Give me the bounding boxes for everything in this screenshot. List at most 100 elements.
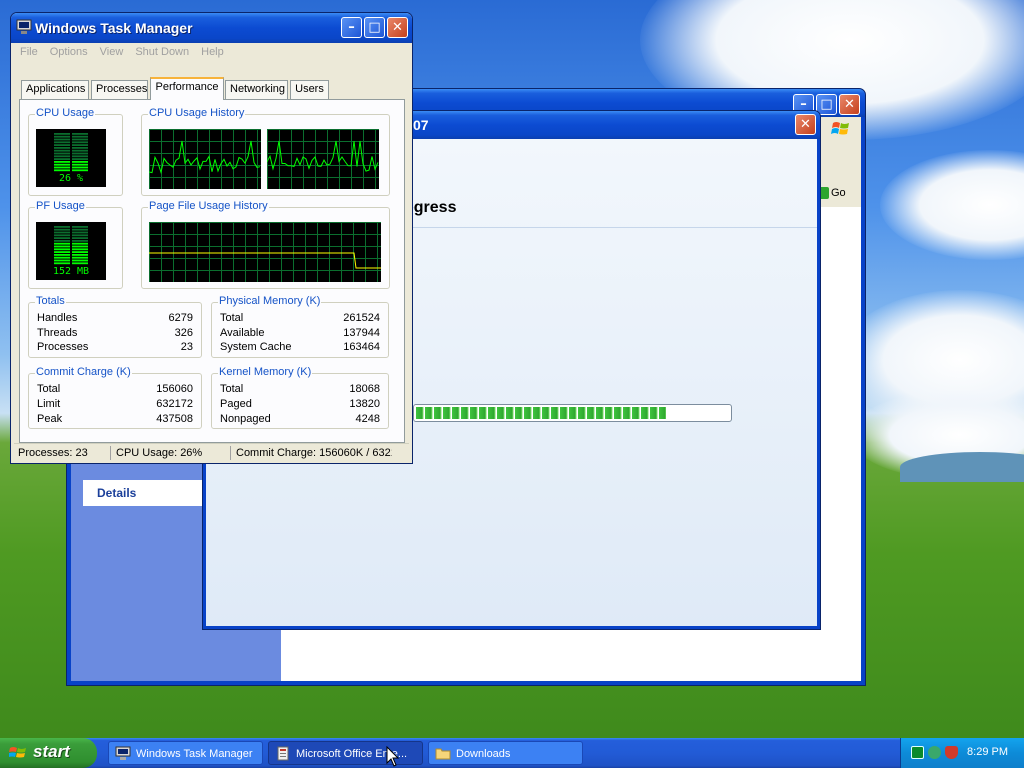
cpu-meter-segment xyxy=(54,163,70,166)
row-label: Paged xyxy=(220,398,252,410)
cpu-meter-segment xyxy=(72,149,88,152)
cpu-meter-segment xyxy=(54,147,70,149)
status-separator xyxy=(230,446,231,460)
cpu-meter-segment xyxy=(54,169,70,172)
row-value: 163464 xyxy=(343,341,380,353)
taskbar-item-label: Windows Task Manager xyxy=(136,748,253,760)
network-icon[interactable] xyxy=(928,746,941,759)
cpu-history-graph-core-2 xyxy=(267,129,379,189)
cpu-usage-meter: 26 % xyxy=(36,129,106,187)
row-label: Total xyxy=(37,383,61,395)
pf-meter-segment xyxy=(72,237,88,239)
physical-memory-row-total: Total 261524 xyxy=(220,312,380,327)
commit-row-limit: Limit 632172 xyxy=(37,398,193,413)
pf-meter-segment xyxy=(54,240,70,242)
security-shield-icon[interactable] xyxy=(945,746,958,759)
clock[interactable]: 8:29 PM xyxy=(967,746,1008,758)
cpu-meter-segment xyxy=(72,155,88,158)
row-label: Nonpaged xyxy=(220,413,271,425)
close-button[interactable]: ✕ xyxy=(387,17,408,38)
menu-file[interactable]: File xyxy=(20,43,38,61)
pf-meter-segment xyxy=(72,245,88,248)
cpu-meter-segment xyxy=(72,158,88,160)
pf-meter-segment xyxy=(54,228,70,231)
cpu-meter-segment xyxy=(72,161,88,163)
taskbar-item-task-manager[interactable]: Windows Task Manager xyxy=(108,741,263,765)
row-label: Peak xyxy=(37,413,63,425)
task-manager-tray-icon[interactable] xyxy=(911,746,924,759)
row-label: Available xyxy=(220,327,265,339)
go-button[interactable]: Go xyxy=(817,184,857,202)
tab-networking[interactable]: Networking xyxy=(225,80,288,99)
pf-meter-segment xyxy=(54,262,70,265)
close-button[interactable]: ✕ xyxy=(839,94,860,115)
desktop-icon-edge[interactable] xyxy=(0,120,8,132)
totals-row-processes: Processes 23 xyxy=(37,341,193,356)
row-value: 13820 xyxy=(349,398,380,410)
menu-options[interactable]: Options xyxy=(50,43,88,61)
pf-meter-segment xyxy=(54,234,70,237)
windows-logo-icon xyxy=(831,122,849,135)
pf-meter-segment xyxy=(54,226,70,228)
row-label: Processes xyxy=(37,341,89,353)
pf-meter-segment xyxy=(54,237,70,239)
cpu-meter-segment xyxy=(54,135,70,138)
pf-meter-segment xyxy=(54,231,70,234)
tab-applications[interactable]: Applications xyxy=(21,80,89,99)
cpu-meter-segment xyxy=(54,138,70,141)
taskbar-item-downloads[interactable]: Downloads xyxy=(428,741,583,765)
details-tab[interactable]: Details xyxy=(83,480,203,506)
pf-meter-segment xyxy=(54,248,70,251)
minimize-button[interactable]: – xyxy=(341,17,362,38)
cpu-usage-group: CPU Usage 26 % xyxy=(28,107,123,196)
group-label: Kernel Memory (K) xyxy=(218,366,313,378)
pf-meter-segment xyxy=(54,256,70,259)
cpu-meter-segment xyxy=(54,166,70,169)
tab-performance[interactable]: Performance xyxy=(150,77,224,100)
group-label: Commit Charge (K) xyxy=(35,366,132,378)
status-bar: Processes: 23 CPU Usage: 26% Commit Char… xyxy=(14,443,409,461)
tab-users[interactable]: Users xyxy=(290,80,329,99)
close-button[interactable]: ✕ xyxy=(795,114,816,135)
cpu-meter-segment xyxy=(72,169,88,172)
cpu-history-line xyxy=(267,140,379,172)
divider xyxy=(404,227,817,228)
menu-shut-down[interactable]: Shut Down xyxy=(135,43,189,61)
totals-row-handles: Handles 6279 xyxy=(37,312,193,327)
row-value: 6279 xyxy=(168,312,193,324)
pf-meter-segment xyxy=(72,234,88,237)
pf-meter-segment xyxy=(72,248,88,251)
pf-meter-segment xyxy=(72,240,88,242)
cpu-history-group: CPU Usage History xyxy=(141,107,390,196)
cpu-meter-segment xyxy=(54,152,70,155)
task-manager-icon xyxy=(16,19,32,34)
maximize-button[interactable]: □ xyxy=(364,17,385,38)
cpu-meter-segment xyxy=(54,149,70,152)
start-button[interactable]: start xyxy=(0,738,97,768)
pf-meter-segment xyxy=(54,259,70,262)
totals-group: Totals Handles 6279 Threads 326 Processes 2… xyxy=(28,295,202,358)
row-label: Handles xyxy=(37,312,78,324)
cpu-meter-segment xyxy=(72,147,88,149)
kernel-row-total: Total 18068 xyxy=(220,383,380,398)
task-manager-window[interactable]: Windows Task Manager – □ ✕ File Options Vi… xyxy=(10,12,413,464)
row-value: 18068 xyxy=(349,383,380,395)
group-label: Physical Memory (K) xyxy=(218,295,322,307)
toolbar-strip: Go xyxy=(815,117,861,207)
cpu-meter-segment xyxy=(72,141,88,144)
tab-processes[interactable]: Processes xyxy=(91,80,148,99)
row-label: System Cache xyxy=(220,341,292,353)
pf-meter-segment xyxy=(72,262,88,265)
cpu-meter-segment xyxy=(54,144,70,146)
menu-view[interactable]: View xyxy=(100,43,124,61)
cpu-meter-segment xyxy=(72,163,88,166)
row-value: 156060 xyxy=(156,383,193,395)
totals-row-threads: Threads 326 xyxy=(37,327,193,342)
go-label: Go xyxy=(831,187,846,199)
cloud xyxy=(880,150,1024,260)
taskbar-item-label: Downloads xyxy=(456,748,511,760)
menu-help[interactable]: Help xyxy=(201,43,224,61)
pf-meter-segment xyxy=(72,226,88,228)
install-progress-bar xyxy=(413,404,732,422)
cpu-history-line xyxy=(149,140,261,175)
